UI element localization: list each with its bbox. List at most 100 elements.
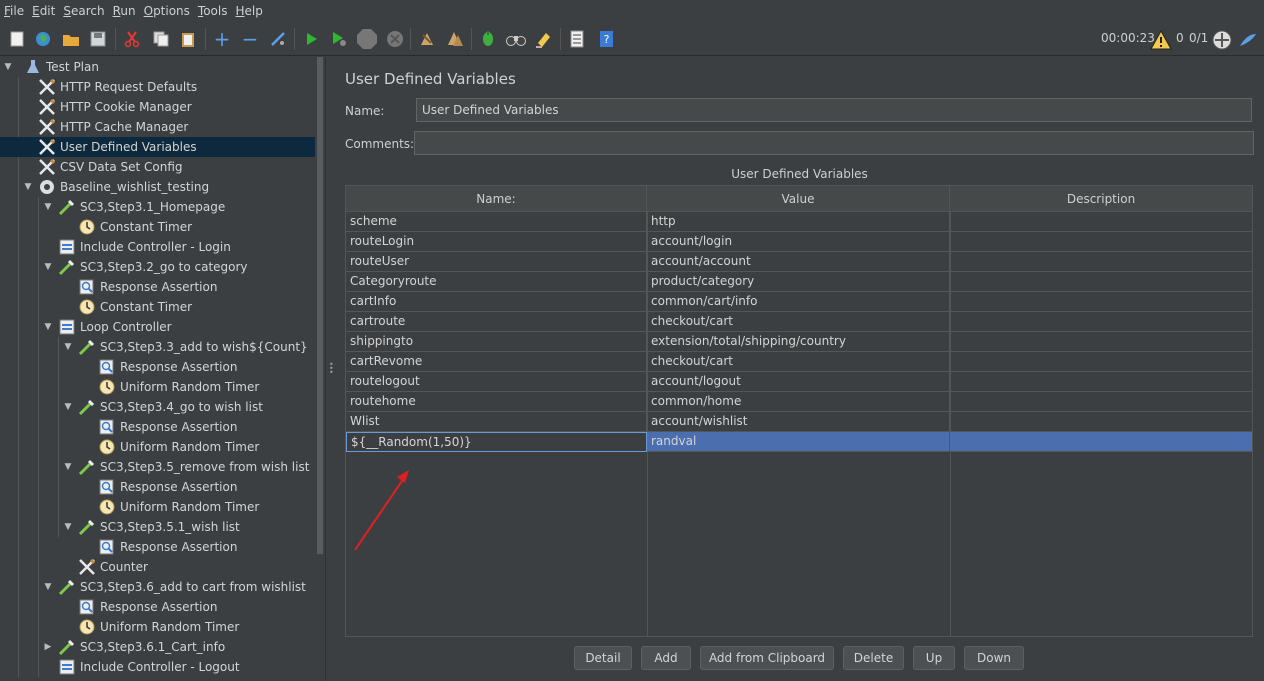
toolbar: + − ? 00:00:23 0 0/1 bbox=[0, 22, 1264, 56]
tree-node[interactable]: ▶ SC3,Step3.6.1_Cart_info bbox=[0, 637, 315, 657]
tree-node[interactable]: Response Assertion bbox=[0, 357, 315, 377]
templates-icon[interactable] bbox=[31, 27, 55, 51]
tree-node[interactable]: Include Controller - Logout bbox=[0, 657, 315, 677]
down-button[interactable]: Down bbox=[964, 646, 1024, 670]
name-label: Name: bbox=[345, 104, 385, 118]
binoculars-icon[interactable] bbox=[504, 27, 528, 51]
magnifier-icon bbox=[98, 478, 116, 496]
menu-bar: File Edit Search Run Options Tools Help bbox=[0, 0, 1264, 22]
gear-icon bbox=[38, 178, 56, 196]
clock-icon bbox=[78, 218, 96, 236]
clock-icon bbox=[98, 378, 116, 396]
tree-node[interactable]: ▼ SC3,Step3.2_go to category bbox=[0, 257, 315, 277]
collapse-icon[interactable]: − bbox=[238, 27, 262, 51]
tree-scrollbar-track[interactable] bbox=[315, 554, 325, 681]
magnifier-icon bbox=[78, 278, 96, 296]
clock-icon bbox=[98, 498, 116, 516]
remote-start-icon[interactable] bbox=[1210, 28, 1234, 52]
shutdown-icon[interactable] bbox=[383, 27, 407, 51]
function-helper-icon[interactable] bbox=[565, 27, 589, 51]
element-panel: User Defined Variables Name: User Define… bbox=[335, 57, 1264, 681]
warning-count: 0 bbox=[1176, 31, 1184, 45]
tree-node[interactable]: HTTP Request Defaults bbox=[0, 77, 315, 97]
menu-edit[interactable]: Edit bbox=[32, 4, 55, 18]
tree-node[interactable]: ▼ SC3,Step3.6_add to cart from wishlist bbox=[0, 577, 315, 597]
tree-node[interactable]: ▼ Test Plan bbox=[0, 57, 315, 77]
start-icon[interactable] bbox=[299, 27, 323, 51]
tree-node[interactable]: ▼ Loop Controller bbox=[0, 317, 315, 337]
controller-icon bbox=[58, 238, 76, 256]
feather-icon[interactable] bbox=[1236, 28, 1260, 52]
copy-icon[interactable] bbox=[149, 27, 173, 51]
splitter-handle[interactable]: • • • bbox=[325, 57, 334, 681]
tree-node[interactable]: Response Assertion bbox=[0, 417, 315, 437]
tree-node[interactable]: ▼ Baseline_wishlist_testing bbox=[0, 177, 315, 197]
menu-file[interactable]: File bbox=[4, 4, 24, 18]
add-from-clipboard-button[interactable]: Add from Clipboard bbox=[700, 646, 834, 670]
tree-node[interactable]: Constant Timer bbox=[0, 217, 315, 237]
tree-node[interactable]: Counter bbox=[0, 557, 315, 577]
tree-node[interactable]: Include Controller - Login bbox=[0, 237, 315, 257]
wrench-icon bbox=[38, 98, 56, 116]
paste-icon[interactable] bbox=[176, 27, 200, 51]
tree-node[interactable]: ▼ SC3,Step3.4_go to wish list bbox=[0, 397, 315, 417]
stop-icon[interactable] bbox=[355, 27, 379, 51]
clock-icon bbox=[98, 438, 116, 456]
tree-node[interactable]: HTTP Cache Manager bbox=[0, 117, 315, 137]
up-button[interactable]: Up bbox=[913, 646, 955, 670]
reset-search-icon[interactable] bbox=[532, 27, 556, 51]
pipette-icon bbox=[78, 338, 96, 356]
search-icon[interactable] bbox=[476, 27, 500, 51]
menu-run[interactable]: Run bbox=[113, 4, 136, 18]
warning-icon[interactable] bbox=[1149, 28, 1173, 52]
detail-button[interactable]: Detail bbox=[574, 646, 632, 670]
cut-icon[interactable] bbox=[120, 27, 144, 51]
tree-node[interactable]: Response Assertion bbox=[0, 477, 315, 497]
test-plan-tree[interactable]: ▼ Test Plan HTTP Request Defaults HTTP C… bbox=[0, 57, 315, 681]
expand-icon[interactable]: + bbox=[210, 27, 234, 51]
svg-text:?: ? bbox=[604, 33, 610, 46]
table-caption: User Defined Variables bbox=[731, 167, 868, 181]
comments-field[interactable] bbox=[414, 131, 1254, 155]
wrench-icon bbox=[38, 138, 56, 156]
clock-icon bbox=[78, 298, 96, 316]
menu-help[interactable]: Help bbox=[236, 4, 263, 18]
menu-search[interactable]: Search bbox=[63, 4, 104, 18]
tree-node[interactable]: Response Assertion bbox=[0, 537, 315, 557]
tree-node[interactable]: ▼ SC3,Step3.3_add to wish${Count} bbox=[0, 337, 315, 357]
add-button[interactable]: Add bbox=[641, 646, 691, 670]
magnifier-icon bbox=[78, 598, 96, 616]
tree-node[interactable]: Constant Timer bbox=[0, 297, 315, 317]
toggle-icon[interactable] bbox=[266, 27, 290, 51]
tree-node[interactable]: ▼ SC3,Step3.5_remove from wish list bbox=[0, 457, 315, 477]
pipette-icon bbox=[58, 198, 76, 216]
open-icon[interactable] bbox=[59, 27, 83, 51]
menu-tools[interactable]: Tools bbox=[198, 4, 228, 18]
clear-icon[interactable] bbox=[415, 27, 439, 51]
tree-node[interactable]: ▼ SC3,Step3.1_Homepage bbox=[0, 197, 315, 217]
tree-node-selected[interactable]: User Defined Variables bbox=[0, 137, 315, 157]
panel-title: User Defined Variables bbox=[345, 70, 516, 88]
clock-icon bbox=[78, 618, 96, 636]
new-icon[interactable] bbox=[5, 27, 29, 51]
clear-all-icon[interactable] bbox=[443, 27, 467, 51]
tree-node[interactable]: Uniform Random Timer bbox=[0, 437, 315, 457]
help-icon[interactable]: ? bbox=[594, 27, 618, 51]
tree-node[interactable]: HTTP Cookie Manager bbox=[0, 97, 315, 117]
elapsed-timer: 00:00:23 bbox=[1101, 31, 1155, 45]
tree-scrollbar-thumb[interactable] bbox=[315, 57, 325, 554]
pipette-icon bbox=[58, 578, 76, 596]
tree-node[interactable]: Uniform Random Timer bbox=[0, 497, 315, 517]
tree-node[interactable]: Uniform Random Timer bbox=[0, 617, 315, 637]
tree-node[interactable]: CSV Data Set Config bbox=[0, 157, 315, 177]
tree-node[interactable]: Response Assertion bbox=[0, 277, 315, 297]
pipette-icon bbox=[58, 638, 76, 656]
delete-button[interactable]: Delete bbox=[843, 646, 904, 670]
name-field[interactable]: User Defined Variables bbox=[416, 98, 1252, 122]
save-icon[interactable] bbox=[86, 27, 110, 51]
menu-options[interactable]: Options bbox=[144, 4, 190, 18]
tree-node[interactable]: Response Assertion bbox=[0, 597, 315, 617]
tree-node[interactable]: Uniform Random Timer bbox=[0, 377, 315, 397]
tree-node[interactable]: ▼ SC3,Step3.5.1_wish list bbox=[0, 517, 315, 537]
start-no-pauses-icon[interactable] bbox=[327, 27, 351, 51]
